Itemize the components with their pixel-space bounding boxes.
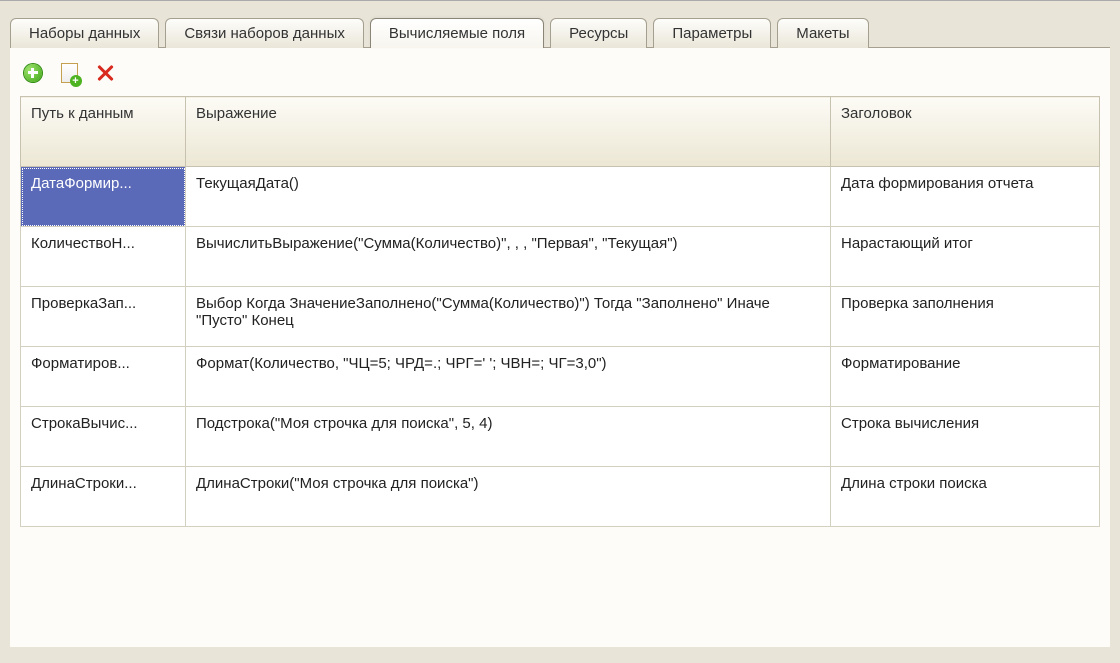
cell-path[interactable]: ПроверкаЗап...	[21, 287, 186, 347]
cell-expr[interactable]: Формат(Количество, "ЧЦ=5; ЧРД=.; ЧРГ=' '…	[186, 347, 831, 407]
add-icon	[24, 64, 42, 82]
cell-title[interactable]: Строка вычисления	[831, 407, 1100, 467]
cell-expr[interactable]: ДлинаСтроки("Моя строчка для поиска")	[186, 467, 831, 527]
cell-expr[interactable]: Подстрока("Моя строчка для поиска", 5, 4…	[186, 407, 831, 467]
tab-bar: Наборы данных Связи наборов данных Вычис…	[0, 1, 1120, 47]
cell-title[interactable]: Нарастающий итог	[831, 227, 1100, 287]
col-header-title[interactable]: Заголовок	[831, 97, 1100, 167]
cell-path[interactable]: КоличествоН...	[21, 227, 186, 287]
tab-dataset-links[interactable]: Связи наборов данных	[165, 18, 364, 48]
cell-path[interactable]: ДатаФормир...	[21, 167, 186, 227]
add-button[interactable]	[22, 62, 44, 84]
table-row[interactable]: КоличествоН... ВычислитьВыражение("Сумма…	[21, 227, 1100, 287]
cell-expr[interactable]: ТекущаяДата()	[186, 167, 831, 227]
cell-expr[interactable]: ВычислитьВыражение("Сумма(Количество)", …	[186, 227, 831, 287]
cell-expr[interactable]: Выбор Когда ЗначениеЗаполнено("Сумма(Кол…	[186, 287, 831, 347]
cell-title[interactable]: Длина строки поиска	[831, 467, 1100, 527]
tab-panel: Путь к данным Выражение Заголовок ДатаФо…	[10, 47, 1110, 647]
delete-button[interactable]	[94, 62, 116, 84]
table-row[interactable]: ДатаФормир... ТекущаяДата() Дата формиро…	[21, 167, 1100, 227]
cell-path[interactable]: ДлинаСтроки...	[21, 467, 186, 527]
table-row[interactable]: ДлинаСтроки... ДлинаСтроки("Моя строчка …	[21, 467, 1100, 527]
cell-title[interactable]: Форматирование	[831, 347, 1100, 407]
cell-title[interactable]: Дата формирования отчета	[831, 167, 1100, 227]
toolbar	[20, 58, 1100, 96]
fields-table[interactable]: Путь к данным Выражение Заголовок ДатаФо…	[20, 96, 1100, 527]
tab-resources[interactable]: Ресурсы	[550, 18, 647, 48]
tab-parameters[interactable]: Параметры	[653, 18, 771, 48]
cell-title[interactable]: Проверка заполнения	[831, 287, 1100, 347]
app-window: Наборы данных Связи наборов данных Вычис…	[0, 0, 1120, 663]
cell-path[interactable]: Форматиров...	[21, 347, 186, 407]
delete-icon	[96, 64, 114, 82]
table-row[interactable]: ПроверкаЗап... Выбор Когда ЗначениеЗапол…	[21, 287, 1100, 347]
table-row[interactable]: Форматиров... Формат(Количество, "ЧЦ=5; …	[21, 347, 1100, 407]
document-add-icon	[61, 63, 78, 83]
add-from-template-button[interactable]	[58, 62, 80, 84]
table-header-row: Путь к данным Выражение Заголовок	[21, 97, 1100, 167]
tab-layouts[interactable]: Макеты	[777, 18, 868, 48]
col-header-path[interactable]: Путь к данным	[21, 97, 186, 167]
tab-datasets[interactable]: Наборы данных	[10, 18, 159, 48]
table-row[interactable]: СтрокаВычис... Подстрока("Моя строчка дл…	[21, 407, 1100, 467]
col-header-expr[interactable]: Выражение	[186, 97, 831, 167]
cell-path[interactable]: СтрокаВычис...	[21, 407, 186, 467]
tab-calculated-fields[interactable]: Вычисляемые поля	[370, 18, 544, 48]
